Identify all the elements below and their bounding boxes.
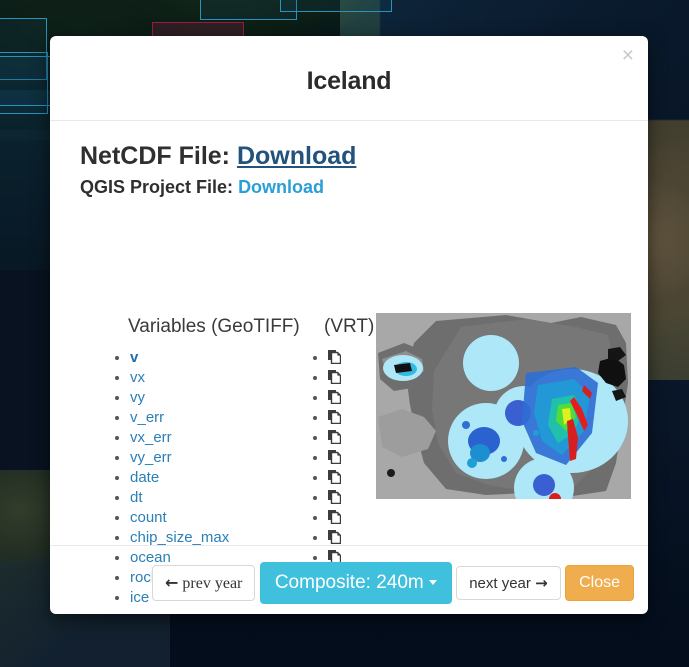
variable-link[interactable]: chip_size_max — [130, 529, 229, 546]
close-x-icon[interactable]: × — [622, 45, 634, 66]
vrt-list-item[interactable] — [328, 468, 341, 488]
variable-link[interactable]: vx_err — [130, 429, 172, 446]
netcdf-file-row: NetCDF File: Download — [80, 142, 356, 171]
iceland-dataset-modal: Iceland × NetCDF File: Download QGIS Pro… — [50, 36, 648, 614]
copy-icon[interactable] — [328, 390, 341, 404]
variable-list-item[interactable]: vy — [130, 388, 229, 408]
preview-image — [376, 313, 631, 499]
close-label: Close — [579, 574, 620, 591]
vrt-list-item[interactable] — [328, 408, 341, 428]
modal-footer: ← prev year Composite: 240m next year → … — [50, 545, 648, 614]
modal-title: Iceland — [306, 67, 392, 95]
vrt-list-item[interactable] — [328, 508, 341, 528]
variable-list-item[interactable]: vy_err — [130, 448, 229, 468]
netcdf-file-label: NetCDF File: — [80, 142, 230, 170]
variable-link[interactable]: vy_err — [130, 449, 172, 466]
vrt-list-item[interactable] — [328, 448, 341, 468]
copy-icon[interactable] — [328, 430, 341, 444]
variable-list-item[interactable]: v_err — [130, 408, 229, 428]
qgis-project-row: QGIS Project File: Download — [80, 177, 324, 198]
prev-year-label: prev year — [182, 575, 243, 592]
vrt-list-item[interactable] — [328, 488, 341, 508]
variable-link[interactable]: v — [130, 349, 138, 366]
copy-icon[interactable] — [328, 350, 341, 364]
preview-thumbnail[interactable] — [376, 313, 631, 499]
variable-link[interactable]: date — [130, 469, 159, 486]
copy-icon[interactable] — [328, 370, 341, 384]
variable-list-item[interactable]: vx — [130, 368, 229, 388]
composite-label: Composite: 240m — [274, 572, 424, 593]
vrt-list-item[interactable] — [328, 368, 341, 388]
qgis-download-link[interactable]: Download — [238, 177, 324, 197]
variable-list-item[interactable]: count — [130, 508, 229, 528]
next-year-button[interactable]: next year → — [456, 566, 561, 600]
qgis-project-label: QGIS Project File: — [80, 177, 234, 197]
prev-year-button[interactable]: ← prev year — [152, 565, 256, 601]
vrt-list-item[interactable] — [328, 428, 341, 448]
copy-icon[interactable] — [328, 510, 341, 524]
modal-body: NetCDF File: Download QGIS Project File:… — [50, 121, 648, 606]
composite-dropdown-button[interactable]: Composite: 240m — [259, 562, 452, 604]
vrt-header: (VRT) — [324, 316, 375, 337]
vrt-list-item[interactable] — [328, 388, 341, 408]
copy-icon[interactable] — [328, 470, 341, 484]
copy-icon[interactable] — [328, 410, 341, 424]
variable-link[interactable]: vx — [130, 369, 145, 386]
copy-icon[interactable] — [328, 530, 341, 544]
variable-link[interactable]: vy — [130, 389, 145, 406]
netcdf-download-link[interactable]: Download — [237, 142, 356, 170]
variable-link[interactable]: v_err — [130, 409, 164, 426]
variable-list-item[interactable]: date — [130, 468, 229, 488]
variable-list-item[interactable]: vx_err — [130, 428, 229, 448]
close-button[interactable]: Close — [565, 565, 634, 601]
arrow-right-icon: → — [535, 574, 548, 592]
copy-icon[interactable] — [328, 490, 341, 504]
variable-list-item[interactable]: v — [130, 348, 229, 368]
copy-icon[interactable] — [328, 450, 341, 464]
vrt-list-item[interactable] — [328, 348, 341, 368]
variable-link[interactable]: dt — [130, 489, 143, 506]
modal-header: Iceland × — [50, 36, 648, 121]
next-year-label: next year — [469, 575, 531, 592]
variables-geotiff-header: Variables (GeoTIFF) — [128, 316, 300, 337]
variable-list-item[interactable]: dt — [130, 488, 229, 508]
arrow-left-icon: ← — [165, 573, 179, 592]
variable-link[interactable]: count — [130, 509, 167, 526]
chevron-down-icon — [428, 580, 437, 585]
